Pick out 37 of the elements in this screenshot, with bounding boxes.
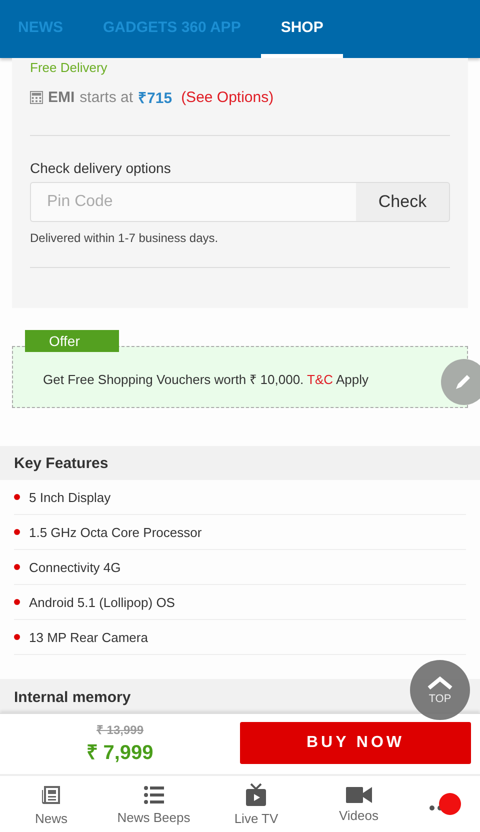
feature-text: Android 5.1 (Lollipop) OS	[29, 594, 175, 610]
scroll-to-top-button[interactable]: TOP	[410, 660, 470, 720]
nav-item[interactable]: News Beeps	[102, 776, 205, 832]
bullet-icon	[14, 599, 20, 605]
buy-now-button[interactable]: BUY NOW	[240, 722, 471, 764]
feature-text: 5 Inch Display	[29, 490, 111, 504]
delivery-time-note: Delivered within 1-7 business days.	[30, 231, 220, 245]
section-title: Key Features	[14, 454, 108, 472]
emi-amount: ₹715	[138, 89, 172, 107]
nav-item[interactable]: Videos	[308, 776, 410, 832]
delivery-note: Free Delivery	[30, 59, 108, 75]
video-camera-icon	[346, 786, 372, 804]
terms-link[interactable]: T&C	[307, 372, 334, 387]
section-title: Internal memory	[14, 688, 131, 706]
feature-text: Connectivity 4G	[29, 560, 121, 574]
bullet-icon	[14, 634, 20, 640]
bullet-icon	[14, 494, 20, 500]
original-price: ₹ 13,999	[96, 722, 144, 738]
nav-item[interactable]: Live TV	[205, 776, 308, 832]
emi-text: starts at	[80, 88, 134, 106]
emi-label: EMI	[48, 88, 75, 106]
more-icon	[429, 791, 461, 817]
offer-badge: Offer	[25, 330, 119, 352]
bullet-icon	[14, 529, 20, 535]
see-options-link[interactable]: (See Options)	[181, 88, 274, 106]
delivery-label: Check delivery options	[30, 160, 172, 176]
current-price: ₹ 7,999	[86, 741, 154, 765]
chevron-up-icon	[427, 676, 453, 690]
pencil-icon	[453, 372, 473, 392]
feature-text: 1.5 GHz Octa Core Processor	[29, 524, 202, 540]
list-icon	[142, 784, 165, 806]
feature-text: 13 MP Rear Camera	[29, 630, 148, 644]
tv-icon	[244, 782, 268, 806]
bullet-icon	[14, 564, 20, 570]
calculator-icon	[30, 90, 43, 104]
nav-item[interactable]: News	[0, 776, 102, 832]
offer-text: Get Free Shopping Vouchers worth ₹ 10,000. T&C Apply	[43, 371, 368, 388]
